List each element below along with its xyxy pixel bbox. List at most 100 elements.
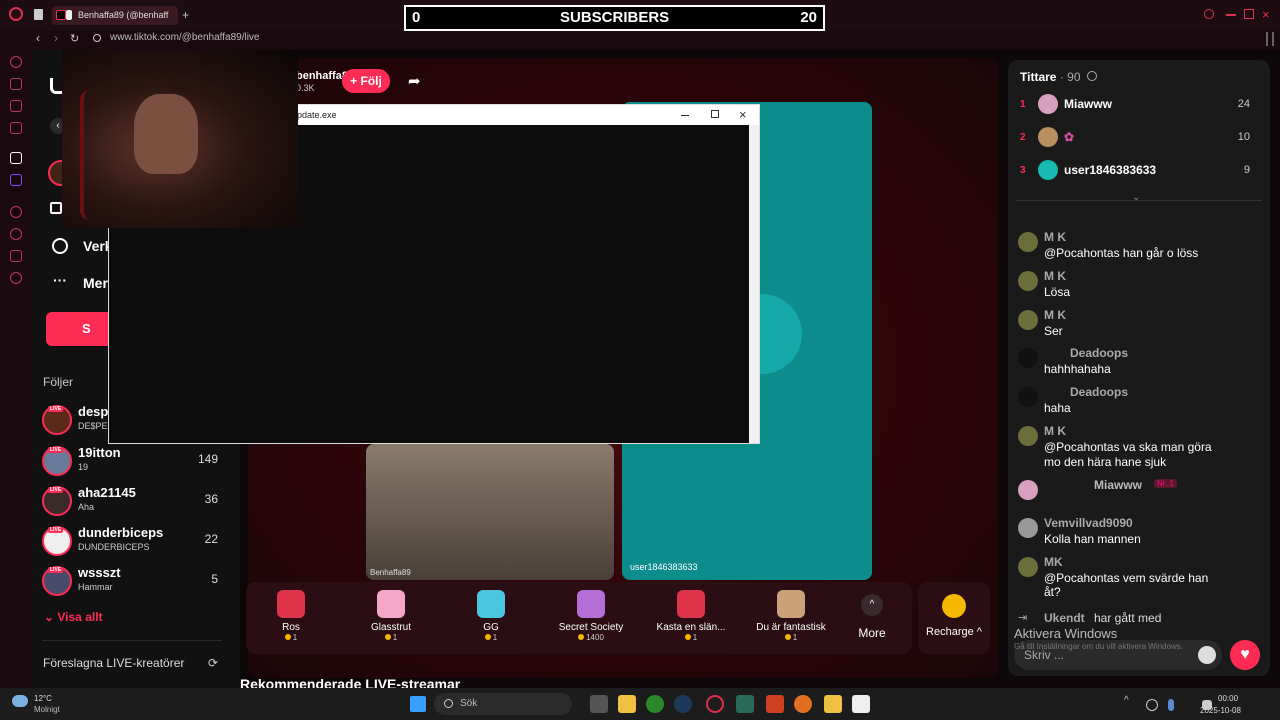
chat-message[interactable]: M K @Pocahontas han går o löss xyxy=(1018,230,1258,264)
app-icon[interactable] xyxy=(852,695,870,713)
gift-item[interactable]: GG 1 xyxy=(446,590,536,650)
emoji-icon[interactable] xyxy=(1198,646,1216,664)
following-item[interactable]: LIVE dunderbiceps DUNDERBICEPS 22 xyxy=(42,523,222,561)
share-icon[interactable]: ➦ xyxy=(408,72,421,90)
maximize-icon[interactable] xyxy=(1244,9,1254,19)
sidebar-history-icon[interactable] xyxy=(10,228,22,240)
app-icon[interactable] xyxy=(794,695,812,713)
following-item[interactable]: LIVE 19itton 19 149 xyxy=(42,443,222,481)
follow-button[interactable]: + Följ xyxy=(342,69,390,93)
guest-tile-host[interactable]: Benhaffa89 xyxy=(366,444,614,580)
viewer-row[interactable]: 3 user1846383633 9 xyxy=(1020,159,1260,181)
minimize-icon[interactable] xyxy=(1226,14,1236,16)
xbox-icon[interactable] xyxy=(646,695,664,713)
forward-icon[interactable]: › xyxy=(54,31,58,45)
following-sub: Aha xyxy=(78,502,95,512)
chat-message[interactable]: Vemvillvad9090 Kolla han mannen xyxy=(1018,516,1258,550)
menu-icon[interactable] xyxy=(1266,32,1274,46)
avatar xyxy=(1038,94,1058,114)
weather-icon[interactable] xyxy=(12,695,28,707)
flower-icon: ✿ xyxy=(1064,130,1075,144)
following-name: wssszt xyxy=(78,565,121,580)
window-close-icon[interactable]: × xyxy=(739,107,747,122)
window-minimize-icon[interactable] xyxy=(681,115,689,116)
explore-icon[interactable] xyxy=(52,238,68,254)
start-icon[interactable] xyxy=(410,696,426,712)
windows-watermark-title: Aktivera Windows xyxy=(1014,626,1118,641)
taskview-icon[interactable] xyxy=(590,695,608,713)
chat-input[interactable]: Skriv ... Gå till Inställningar om du vi… xyxy=(1014,640,1222,670)
sidebar-chat-icon[interactable] xyxy=(10,100,22,112)
reload-icon[interactable]: ↻ xyxy=(70,32,79,45)
window-maximize-icon[interactable] xyxy=(711,110,719,118)
more-dots-icon[interactable]: ··· xyxy=(53,272,67,288)
viewer-row[interactable]: 2 ✿ 10 xyxy=(1020,126,1260,148)
url-field[interactable]: www.tiktok.com/@benhaffa89/live xyxy=(110,32,259,43)
sidebar-instagram-icon[interactable] xyxy=(10,122,22,134)
chat-message[interactable]: M K @Pocahontas va ska man göra mo den här… xyxy=(1018,424,1258,472)
gift-item[interactable]: Secret Society 1400 xyxy=(546,590,636,650)
close-icon[interactable]: × xyxy=(1262,7,1270,22)
chat-message[interactable]: Miawww Nr. 1 xyxy=(1018,478,1258,508)
gift-price-row: 1 xyxy=(346,633,436,642)
subscribers-goal: 20 xyxy=(800,9,817,26)
app-icon[interactable] xyxy=(736,695,754,713)
chat-message[interactable]: M K Ser xyxy=(1018,308,1258,342)
webcam-overlay xyxy=(62,50,298,228)
mic-icon[interactable] xyxy=(1168,699,1174,711)
gift-item[interactable]: Du är fantastisk 1 xyxy=(746,590,836,650)
sidebar-settings-icon[interactable] xyxy=(10,272,22,284)
back-icon[interactable]: ‹ xyxy=(36,31,40,45)
guest-tile-label: user1846383633 xyxy=(630,562,698,572)
taskbar-search[interactable]: Sök xyxy=(434,693,572,715)
live-square-icon[interactable] xyxy=(50,202,62,214)
viewer-count: 149 xyxy=(197,452,218,466)
following-item[interactable]: LIVE wssszt Hammar 5 xyxy=(42,563,222,601)
chat-message[interactable]: Deadoops haha xyxy=(1018,385,1258,419)
like-button[interactable]: ♥ xyxy=(1230,640,1260,670)
following-item[interactable]: LIVE aha21145 Aha 36 xyxy=(42,483,222,521)
refresh-icon[interactable]: ⟳ xyxy=(208,656,218,670)
sidebar-twitch-icon[interactable] xyxy=(10,174,22,186)
gift-price: 1 xyxy=(492,633,498,642)
sidebar-extensions-icon[interactable] xyxy=(10,250,22,262)
recharge-button[interactable]: Recharge ^ xyxy=(918,582,990,654)
more-gifts-button[interactable]: ^ More xyxy=(852,592,892,648)
app-icon[interactable] xyxy=(824,695,842,713)
gift-item[interactable]: Ros 1 xyxy=(246,590,336,650)
viewer-score: 10 xyxy=(1237,131,1250,143)
opera-logo-icon[interactable] xyxy=(9,7,23,21)
viewers-count: · 90 xyxy=(1059,70,1081,84)
app-icon[interactable] xyxy=(766,695,784,713)
chat-username: M K xyxy=(1044,230,1066,244)
chat-message[interactable]: Deadoops hahhhahaha xyxy=(1018,346,1258,380)
expand-chevron-icon[interactable]: ⌄ xyxy=(1132,192,1140,203)
opera-icon[interactable] xyxy=(706,695,724,713)
info-icon[interactable] xyxy=(1086,71,1097,81)
viewer-row[interactable]: 1 Miawww 24 xyxy=(1020,93,1260,115)
sidebar-tiktok-icon[interactable] xyxy=(10,152,22,164)
following-sub: Hammar xyxy=(78,582,113,592)
new-tab-button[interactable]: + xyxy=(182,8,189,22)
window-scrollbar[interactable] xyxy=(749,125,759,443)
show-all-link[interactable]: ⌄ Visa allt xyxy=(44,610,103,624)
gift-item[interactable]: Glasstrut 1 xyxy=(346,590,436,650)
avatar xyxy=(1018,310,1038,330)
file-explorer-icon[interactable] xyxy=(618,695,636,713)
sidebar-message-icon[interactable] xyxy=(10,78,22,90)
sidebar-player-icon[interactable] xyxy=(10,206,22,218)
page-icon[interactable] xyxy=(34,9,43,20)
coin-icon xyxy=(284,634,291,640)
sidebar-reload-icon[interactable] xyxy=(10,56,22,68)
chat-message[interactable]: M K Lösa xyxy=(1018,269,1258,303)
chat-message[interactable]: MK @Pocahontas vem svärde han åt? xyxy=(1018,555,1258,603)
browser-tab[interactable]: Benhaffa89 (@benhaff xyxy=(52,6,178,25)
speaker-icon[interactable] xyxy=(1202,700,1212,710)
time[interactable]: 00:00 xyxy=(1218,694,1238,703)
steam-icon[interactable] xyxy=(674,695,692,713)
network-icon[interactable] xyxy=(1146,699,1158,711)
search-icon[interactable] xyxy=(1204,9,1214,19)
tray-chevron-icon[interactable]: ^ xyxy=(1124,695,1134,713)
gift-item[interactable]: Kasta en slän... 1 xyxy=(646,590,736,650)
nav-item-more[interactable]: Mer xyxy=(83,275,108,291)
